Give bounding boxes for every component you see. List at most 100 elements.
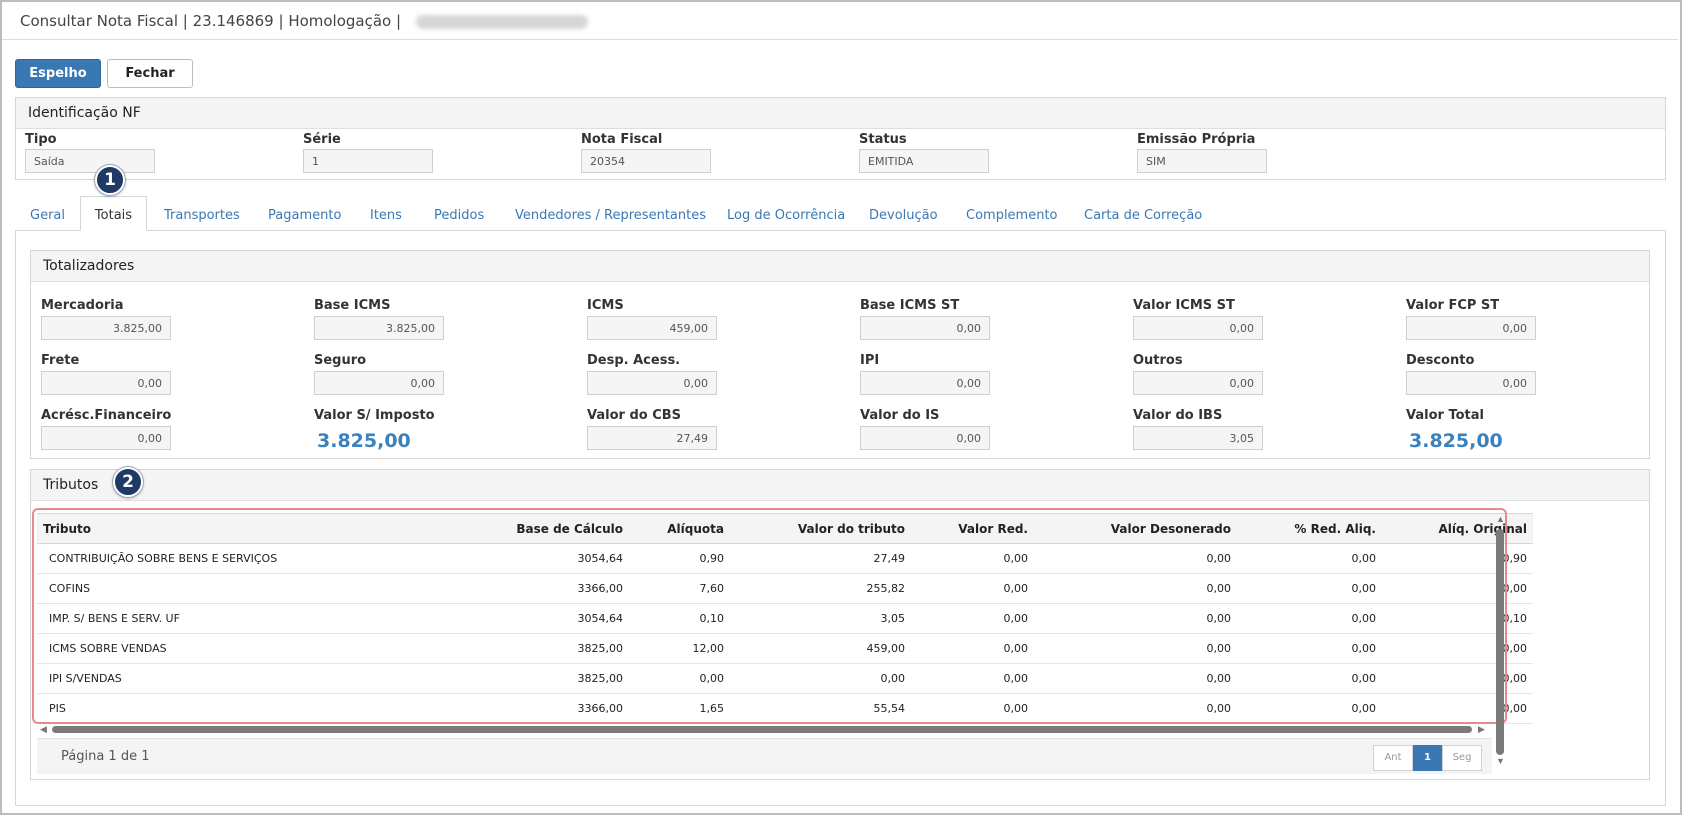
ipi-field: 0,00: [860, 371, 990, 395]
base-icms-field: 3.825,00: [314, 316, 444, 340]
cell-aliq-original: 0,10: [1382, 603, 1533, 634]
table-row[interactable]: IMP. S/ BENS E SERV. UF 3054,64 0,10 3,0…: [37, 603, 1533, 634]
cell-valor-red: 0,00: [911, 633, 1034, 664]
pager-text: Página 1 de 1: [61, 749, 150, 764]
acresc-financeiro-field: 0,00: [41, 426, 171, 450]
tab-carta-correcao[interactable]: Carta de Correção: [1084, 208, 1202, 223]
outros-label: Outros: [1133, 353, 1183, 368]
cell-base-calculo: 3825,00: [419, 663, 629, 694]
table-header-row: Tributo Base de Cálculo Alíquota Valor d…: [37, 513, 1533, 544]
cell-valor-desonerado: 0,00: [1034, 663, 1237, 694]
mercadoria-field: 3.825,00: [41, 316, 171, 340]
cell-red-aliq: 0,00: [1237, 693, 1382, 724]
cell-aliquota: 1,65: [629, 693, 730, 724]
cell-base-calculo: 3366,00: [419, 573, 629, 604]
vertical-scroll-thumb[interactable]: [1496, 529, 1504, 755]
frete-field: 0,00: [41, 371, 171, 395]
cell-valor-tributo: 255,82: [730, 573, 911, 604]
pager-prev-button[interactable]: Ant: [1373, 745, 1413, 771]
ipi-label: IPI: [860, 353, 880, 368]
table-row[interactable]: ICMS SOBRE VENDAS 3825,00 12,00 459,00 0…: [37, 633, 1533, 664]
tab-totais[interactable]: Totais: [80, 196, 147, 231]
cell-aliq-original: 0,00: [1382, 693, 1533, 724]
scroll-right-icon[interactable]: ▶: [1478, 724, 1485, 735]
cell-tributo: ICMS SOBRE VENDAS: [37, 633, 419, 664]
cell-aliq-original: 0,00: [1382, 573, 1533, 604]
cell-base-calculo: 3054,64: [419, 543, 629, 574]
col-header-red-aliq[interactable]: % Red. Aliq.: [1237, 513, 1382, 544]
cell-valor-desonerado: 0,00: [1034, 543, 1237, 574]
desconto-field: 0,00: [1406, 371, 1536, 395]
table-row[interactable]: PIS 3366,00 1,65 55,54 0,00 0,00 0,00 0,…: [37, 693, 1533, 724]
cell-red-aliq: 0,00: [1237, 663, 1382, 694]
cell-tributo: COFINS: [37, 573, 419, 604]
tab-vendedores[interactable]: Vendedores / Representantes: [515, 208, 706, 223]
pager-next-button[interactable]: Seg: [1442, 745, 1482, 771]
window-titlebar: Consultar Nota Fiscal | 23.146869 | Homo…: [2, 2, 1678, 40]
col-header-aliquota[interactable]: Alíquota: [629, 513, 730, 544]
valor-sem-imposto-value: 3.825,00: [317, 430, 411, 452]
tab-complemento[interactable]: Complemento: [966, 208, 1058, 223]
table-row[interactable]: COFINS 3366,00 7,60 255,82 0,00 0,00 0,0…: [37, 573, 1533, 604]
callout-badge-2: 2: [113, 467, 143, 497]
valor-icms-st-label: Valor ICMS ST: [1133, 298, 1235, 313]
tab-transportes[interactable]: Transportes: [164, 208, 240, 223]
cell-valor-desonerado: 0,00: [1034, 603, 1237, 634]
valor-total-value: 3.825,00: [1409, 430, 1503, 452]
cell-valor-red: 0,00: [911, 543, 1034, 574]
acresc-financeiro-label: Acrésc.Financeiro: [41, 408, 172, 423]
col-header-valor-desonerado[interactable]: Valor Desonerado: [1034, 513, 1237, 544]
pager-page-1-button[interactable]: 1: [1413, 745, 1442, 771]
table-row[interactable]: CONTRIBUIÇÃO SOBRE BENS E SERVIÇOS 3054,…: [37, 543, 1533, 574]
scroll-down-icon[interactable]: ▼: [1496, 756, 1505, 766]
cell-aliq-original: 0,90: [1382, 543, 1533, 574]
horizontal-scrollbar[interactable]: ◀ ▶: [38, 723, 1490, 735]
cell-aliq-original: 0,00: [1382, 663, 1533, 694]
cell-valor-red: 0,00: [911, 693, 1034, 724]
serie-field: 1: [303, 149, 433, 173]
valor-icms-st-field: 0,00: [1133, 316, 1263, 340]
cell-aliquota: 0,90: [629, 543, 730, 574]
cell-aliquota: 0,00: [629, 663, 730, 694]
seguro-label: Seguro: [314, 353, 367, 368]
tab-geral[interactable]: Geral: [30, 208, 65, 223]
pager-bar: Página 1 de 1 Ant 1 Seg: [37, 738, 1492, 774]
valor-is-label: Valor do IS: [860, 408, 940, 423]
cell-valor-desonerado: 0,00: [1034, 693, 1237, 724]
horizontal-scroll-thumb[interactable]: [52, 726, 1472, 733]
tab-pedidos[interactable]: Pedidos: [434, 208, 484, 223]
nota-fiscal-field: 20354: [581, 149, 711, 173]
col-header-aliq-original[interactable]: Alíq. Original: [1382, 513, 1533, 544]
window-title: Consultar Nota Fiscal | 23.146869 | Homo…: [20, 12, 402, 30]
tab-log-ocorrencia[interactable]: Log de Ocorrência: [727, 208, 845, 223]
callout-badge-1: 1: [95, 165, 125, 195]
redacted-company-name: [415, 14, 588, 29]
vertical-scrollbar[interactable]: ▲ ▼: [1494, 512, 1506, 766]
tab-pagamento[interactable]: Pagamento: [268, 208, 341, 223]
cell-base-calculo: 3366,00: [419, 693, 629, 724]
cell-base-calculo: 3825,00: [419, 633, 629, 664]
col-header-tributo[interactable]: Tributo: [37, 513, 419, 544]
tab-itens[interactable]: Itens: [370, 208, 402, 223]
cell-valor-desonerado: 0,00: [1034, 573, 1237, 604]
espelho-button[interactable]: Espelho: [15, 59, 101, 88]
tributos-table: Tributo Base de Cálculo Alíquota Valor d…: [37, 513, 1533, 724]
scroll-left-icon[interactable]: ◀: [40, 724, 47, 735]
cell-red-aliq: 0,00: [1237, 633, 1382, 664]
cell-tributo: IPI S/VENDAS: [37, 663, 419, 694]
desp-acess-label: Desp. Acess.: [587, 353, 681, 368]
tab-devolucao[interactable]: Devolução: [869, 208, 938, 223]
col-header-valor-red[interactable]: Valor Red.: [911, 513, 1034, 544]
cell-valor-tributo: 55,54: [730, 693, 911, 724]
valor-fcp-st-label: Valor FCP ST: [1406, 298, 1500, 313]
cell-valor-tributo: 459,00: [730, 633, 911, 664]
cell-valor-desonerado: 0,00: [1034, 633, 1237, 664]
cell-aliq-original: 0,00: [1382, 633, 1533, 664]
valor-cbs-label: Valor do CBS: [587, 408, 682, 423]
fechar-button[interactable]: Fechar: [107, 59, 193, 88]
table-row[interactable]: IPI S/VENDAS 3825,00 0,00 0,00 0,00 0,00…: [37, 663, 1533, 694]
col-header-valor-tributo[interactable]: Valor do tributo: [730, 513, 911, 544]
valor-cbs-field: 27,49: [587, 426, 717, 450]
scroll-up-icon[interactable]: ▲: [1496, 514, 1505, 524]
col-header-base-calculo[interactable]: Base de Cálculo: [419, 513, 629, 544]
